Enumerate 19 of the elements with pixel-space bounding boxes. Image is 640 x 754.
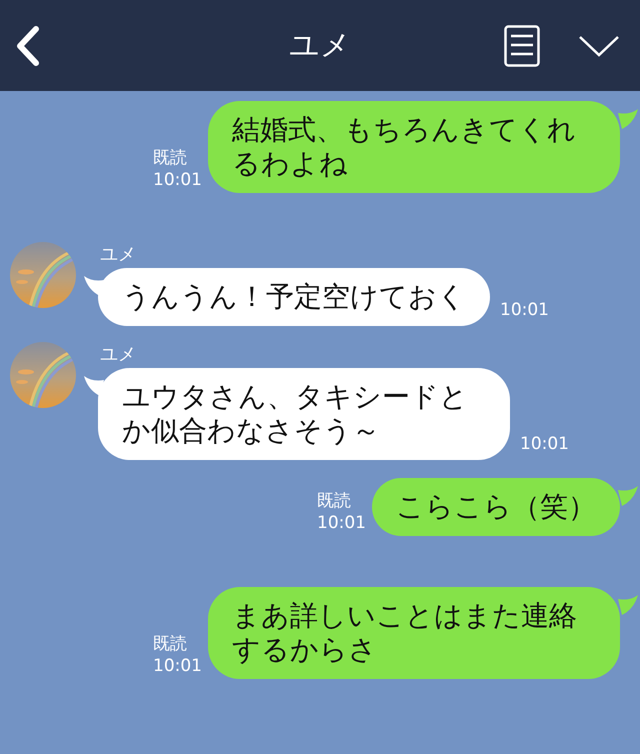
- read-receipt: 既読: [153, 633, 188, 655]
- notes-icon[interactable]: [504, 24, 540, 66]
- sender-name: ユメ: [100, 244, 137, 266]
- message-time: 10:01: [500, 300, 549, 320]
- sender-name: ユメ: [100, 344, 137, 366]
- bubble-tail-icon: [618, 595, 638, 615]
- bubble-tail-icon: [618, 109, 638, 129]
- bubble-tail-icon: [84, 376, 104, 396]
- chat-title: ユメ: [289, 27, 351, 65]
- read-receipt: 既読: [153, 147, 188, 169]
- message-time: 10:01: [153, 169, 202, 191]
- back-icon[interactable]: [16, 26, 40, 66]
- message-time: 10:01: [153, 655, 202, 677]
- bubble-tail-icon: [84, 276, 104, 296]
- message-time: 10:01: [317, 512, 366, 534]
- chevron-down-icon[interactable]: [578, 34, 620, 56]
- message-time: 10:01: [520, 434, 569, 454]
- read-receipt: 既読: [317, 490, 352, 512]
- bubble-tail-icon: [618, 486, 638, 506]
